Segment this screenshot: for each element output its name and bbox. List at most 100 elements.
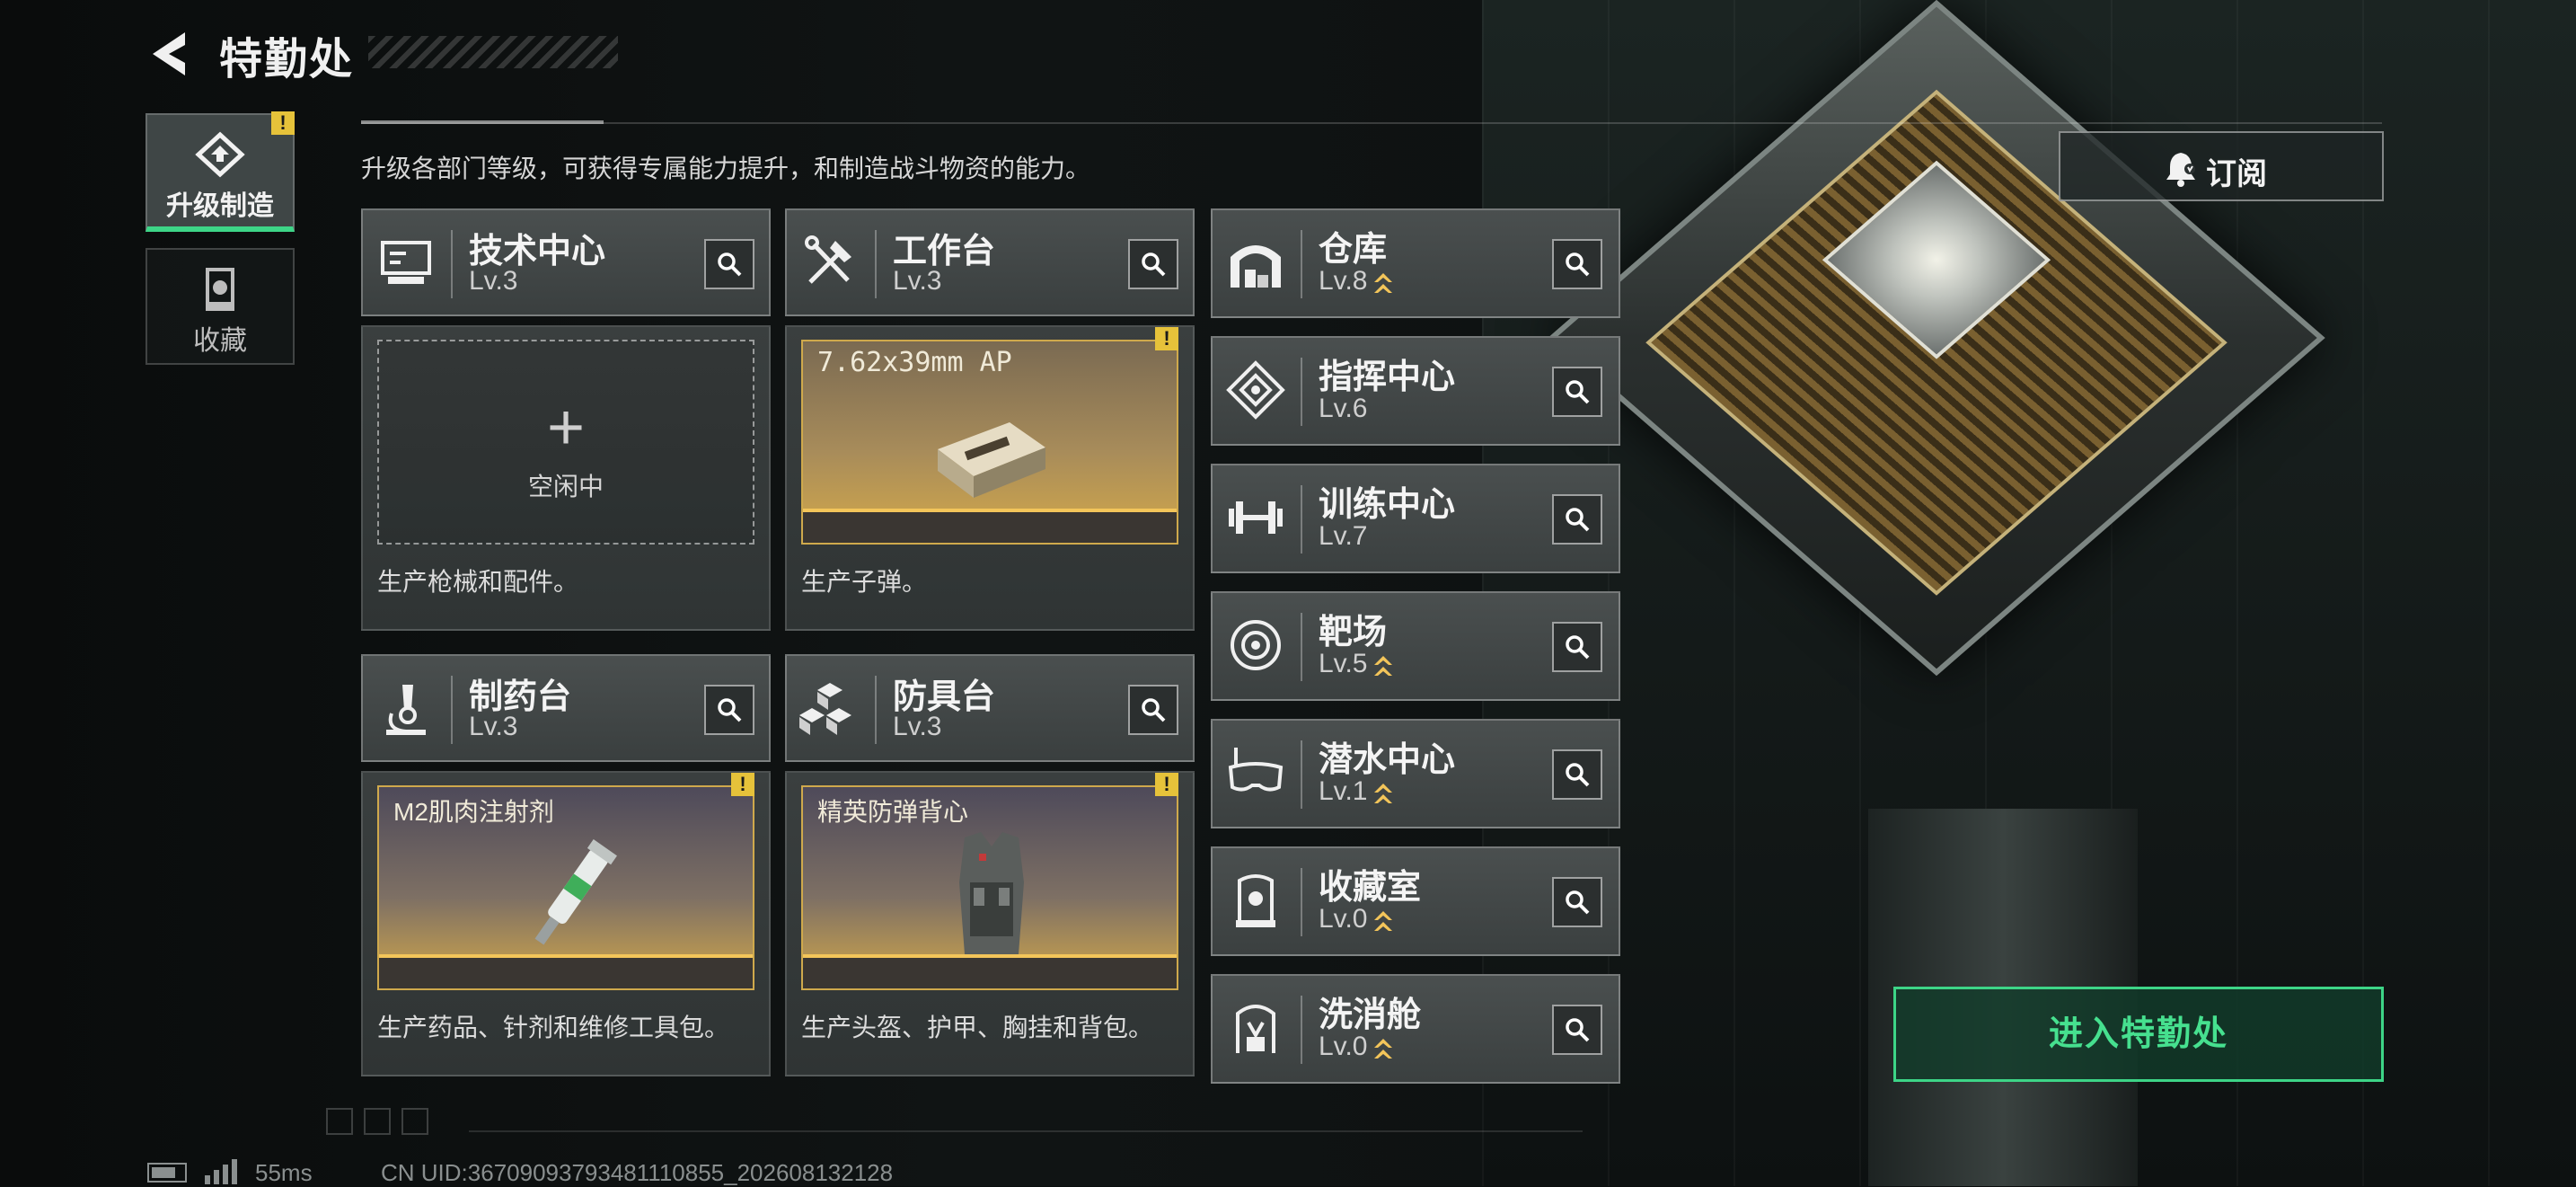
inspect-button[interactable] — [1552, 239, 1602, 289]
enter-special-ops-button[interactable]: 进入特勤处 — [1893, 987, 2384, 1082]
inspect-button[interactable] — [1552, 494, 1602, 545]
title-decoration — [368, 36, 618, 68]
idle-label: 空闲中 — [527, 473, 604, 500]
production-panel-pharmacy: M2肌肉注射剂 生产药品、针剂和维修工具包。 — [361, 771, 771, 1076]
enter-label: 进入特勤处 — [2048, 1015, 2228, 1053]
production-description: 生产药品、针剂和维修工具包。 — [377, 1014, 730, 1041]
search-icon — [1142, 698, 1166, 722]
product-name: 精英防弹背心 — [817, 798, 969, 826]
upgrade-chevron-icon — [1374, 911, 1393, 932]
product-name: 7.62x39mm AP — [817, 347, 1012, 378]
ping-readout: 55ms — [255, 1159, 313, 1186]
dept-armory[interactable]: 防具台 Lv.3 — [785, 654, 1195, 762]
dept-name: 制药台 — [469, 678, 572, 716]
facility-level: Lv.0 — [1319, 1032, 1394, 1062]
tab-collection-label: 收藏 — [193, 326, 247, 356]
search-icon — [1566, 1018, 1590, 1042]
product-name: M2肌肉注射剂 — [393, 798, 554, 826]
facility-shooting-range[interactable]: 靶场 Lv.5 — [1211, 591, 1620, 701]
dept-pharmacy[interactable]: 制药台 Lv.3 — [361, 654, 771, 762]
facility-training-center[interactable]: 训练中心 Lv.7 — [1211, 464, 1620, 573]
footer-decoration — [326, 1108, 428, 1135]
page-subtitle: 升级各部门等级，可获得专属能力提升，和制造战斗物资的能力。 — [361, 155, 1091, 182]
tools-icon — [805, 235, 851, 284]
production-description: 生产头盔、护甲、胸挂和背包。 — [801, 1014, 1154, 1041]
facility-level: Lv.5 — [1319, 649, 1394, 679]
inspect-button[interactable] — [1552, 622, 1602, 672]
inspect-button[interactable] — [704, 239, 754, 289]
facility-collection-room[interactable]: 收藏室 Lv.0 — [1211, 846, 1620, 956]
facility-name: 靶场 — [1319, 614, 1388, 651]
dept-tech-center[interactable]: 技术中心 Lv.3 — [361, 208, 771, 316]
collection-icon — [206, 268, 234, 311]
facility-level: Lv.7 — [1319, 521, 1368, 551]
decon-chamber-icon — [1236, 1005, 1275, 1053]
diving-mask-icon — [1228, 748, 1284, 792]
search-icon — [1566, 508, 1590, 532]
inspect-button[interactable] — [1552, 1005, 1602, 1055]
warning-badge: ! — [1155, 327, 1178, 350]
production-panel-tech-center: + 空闲中 生产枪械和配件。 — [361, 325, 771, 631]
search-icon — [1566, 635, 1590, 660]
add-icon: + — [546, 392, 586, 464]
search-icon — [718, 252, 742, 277]
page-title: 特勤处 — [219, 36, 355, 84]
back-arrow-icon[interactable] — [144, 27, 190, 81]
upgrade-chevron-icon — [1374, 656, 1393, 677]
display-case-icon — [1236, 874, 1275, 927]
facility-level: Lv.1 — [1319, 776, 1394, 807]
facility-warehouse[interactable]: 仓库 Lv.8 — [1211, 208, 1620, 318]
dept-level: Lv.3 — [893, 266, 942, 296]
armor-blocks-icon — [799, 683, 851, 735]
inspect-button[interactable] — [1552, 749, 1602, 800]
dept-level: Lv.3 — [469, 266, 518, 296]
search-icon — [1566, 380, 1590, 404]
facility-command-center[interactable]: 指挥中心 Lv.6 — [1211, 336, 1620, 446]
facility-name: 指挥中心 — [1319, 359, 1456, 396]
production-description: 生产枪械和配件。 — [377, 568, 579, 596]
production-slot[interactable]: 精英防弹背心 — [801, 785, 1178, 990]
facility-name: 洗消舱 — [1319, 997, 1422, 1034]
bell-icon — [2166, 153, 2195, 187]
dept-name: 防具台 — [893, 678, 996, 716]
upgrade-chevron-icon — [1374, 273, 1393, 294]
facility-name: 训练中心 — [1319, 486, 1456, 524]
footer-divider — [469, 1130, 1583, 1132]
dept-level: Lv.3 — [893, 712, 942, 741]
target-icon — [1231, 620, 1281, 670]
user-uid: CN UID:36709093793481110855_202608132128 — [381, 1159, 894, 1186]
facility-name: 仓库 — [1319, 231, 1388, 269]
facility-level: Lv.6 — [1319, 394, 1368, 423]
subscribe-label: 订阅 — [2206, 157, 2267, 191]
inspect-button[interactable] — [1128, 685, 1178, 735]
command-center-icon — [1226, 360, 1285, 420]
warehouse-icon — [1231, 245, 1281, 288]
tab-upgrade-craft-label: 升级制造 — [166, 191, 274, 221]
inspect-button[interactable] — [1552, 367, 1602, 417]
production-slot[interactable]: 7.62x39mm AP — [801, 340, 1178, 545]
facility-decontamination[interactable]: 洗消舱 Lv.0 — [1211, 974, 1620, 1084]
production-panel-armory: 精英防弹背心 生产头盔、护甲、胸挂和背包。 — [785, 771, 1195, 1076]
search-icon — [718, 698, 742, 722]
warning-badge: ! — [1155, 773, 1178, 796]
dept-level: Lv.3 — [469, 712, 518, 741]
facility-diving-center[interactable]: 潜水中心 Lv.1 — [1211, 719, 1620, 828]
inspect-button[interactable] — [1128, 239, 1178, 289]
inspect-button[interactable] — [704, 685, 754, 735]
search-icon — [1566, 252, 1590, 277]
facility-level: Lv.0 — [1319, 904, 1394, 935]
search-icon — [1142, 252, 1166, 277]
search-icon — [1566, 763, 1590, 787]
dept-workbench[interactable]: 工作台 Lv.3 — [785, 208, 1195, 316]
production-panel-workbench: 7.62x39mm AP 生产子弹。 — [785, 325, 1195, 631]
dumbbell-icon — [1229, 501, 1283, 534]
tab-collection[interactable]: 收藏 — [146, 248, 295, 365]
production-slot[interactable]: M2肌肉注射剂 — [377, 785, 754, 990]
vest-icon — [959, 832, 1024, 954]
ammo-box-icon — [938, 422, 1045, 498]
injector-icon — [534, 839, 617, 945]
subscribe-button[interactable]: 订阅 — [2059, 131, 2384, 201]
production-slot-idle[interactable]: + 空闲中 — [377, 340, 754, 545]
inspect-button[interactable] — [1552, 877, 1602, 927]
facility-name: 潜水中心 — [1319, 741, 1456, 779]
